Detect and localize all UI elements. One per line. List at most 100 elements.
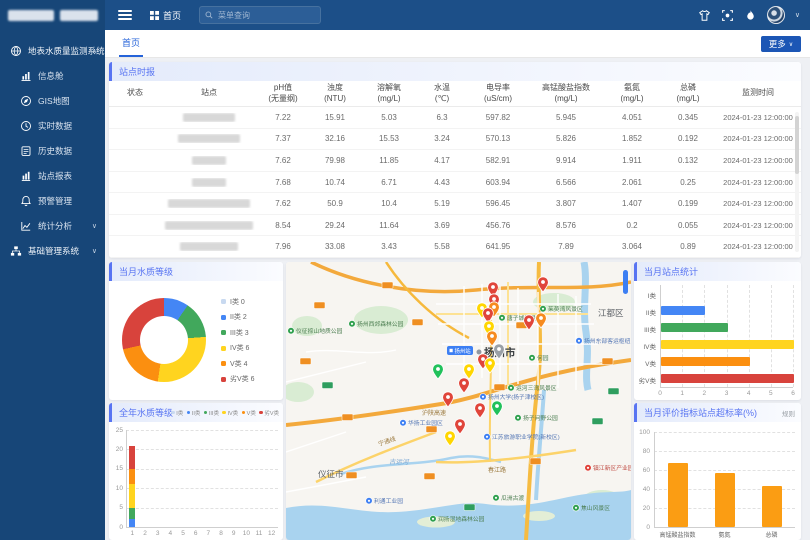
sidebar-item[interactable]: 实时数据 bbox=[0, 113, 105, 138]
water-label: 古运河 bbox=[389, 458, 410, 466]
exceed-rate-chart: 020406080100高锰酸盐指数氨氮总磷 bbox=[634, 422, 801, 540]
stacked-bar-segment bbox=[129, 484, 135, 507]
value-cell: 3.69 bbox=[417, 221, 467, 230]
value-cell: 456.76 bbox=[467, 221, 529, 230]
gridline bbox=[704, 285, 705, 387]
redacted-station-name bbox=[192, 178, 226, 187]
sidebar-item[interactable]: 统计分析∨ bbox=[0, 213, 105, 238]
h-bar bbox=[661, 357, 750, 366]
table-row[interactable]: 7.6810.746.714.43603.946.5662.0610.25202… bbox=[109, 172, 801, 194]
flame-icon[interactable] bbox=[744, 9, 757, 22]
value-cell: 79.98 bbox=[309, 156, 361, 165]
table-row[interactable]: 7.3732.1615.533.24570.135.8261.8520.1922… bbox=[109, 129, 801, 151]
table-scrollbar[interactable] bbox=[795, 112, 799, 252]
category-label: II类 bbox=[634, 307, 656, 317]
gridline bbox=[126, 469, 278, 470]
x-tick: 1 bbox=[676, 390, 688, 397]
value-cell: 2024-01-23 12:00:00 bbox=[715, 178, 801, 187]
value-cell: 33.08 bbox=[309, 242, 361, 251]
table-column-header: 总磷(mg/L) bbox=[661, 83, 715, 104]
year-chart-legend: I类 II类III类IV类 V类劣V类 bbox=[171, 403, 279, 422]
chevron-down-icon[interactable]: ∨ bbox=[795, 11, 800, 19]
theme-skin-icon[interactable] bbox=[698, 9, 711, 22]
legend-item[interactable]: III类 bbox=[204, 409, 219, 417]
legend-item[interactable]: 劣V类 6 bbox=[221, 372, 255, 388]
table-body: 7.2215.915.036.3597.825.9454.0510.345202… bbox=[109, 107, 801, 258]
value-cell: 596.45 bbox=[467, 199, 529, 208]
screenshot-icon[interactable] bbox=[721, 9, 734, 22]
legend-item[interactable]: II类 bbox=[187, 409, 201, 417]
y-tick: 40 bbox=[634, 486, 650, 493]
value-cell: 2024-01-23 12:00:00 bbox=[715, 113, 801, 122]
avatar[interactable] bbox=[767, 6, 785, 24]
chevron-up-icon: ∧ bbox=[92, 47, 97, 55]
value-cell: 6.566 bbox=[529, 178, 603, 187]
y-tick: 20 bbox=[109, 446, 123, 453]
table-row[interactable]: 7.9633.083.435.58641.957.893.0640.892024… bbox=[109, 236, 801, 258]
poi-label: 焦山风景区 bbox=[581, 504, 610, 512]
road-label: 春江路 bbox=[488, 466, 506, 474]
sidebar-item[interactable]: 预警管理 bbox=[0, 188, 105, 213]
sidebar-group[interactable]: 地表水质量监测系统∧ bbox=[0, 38, 105, 63]
y-tick: 80 bbox=[634, 448, 650, 455]
poi-label: 扬州东部客运枢纽 bbox=[584, 337, 631, 345]
gridline bbox=[126, 430, 278, 431]
legend-item[interactable]: III类 3 bbox=[221, 325, 255, 341]
value-cell: 597.82 bbox=[467, 113, 529, 122]
search-input[interactable] bbox=[216, 10, 316, 21]
legend-item[interactable]: II类 2 bbox=[221, 310, 255, 326]
scrollbar-thumb[interactable] bbox=[795, 116, 799, 174]
table-column-header: 状态 bbox=[109, 88, 161, 99]
gridline bbox=[771, 285, 772, 387]
redacted-station-name bbox=[168, 199, 250, 208]
stations-map[interactable]: 扬州市江都区仪征市古运河沪陕高速宁通线春江路扬州站扬州西郊森林公园仪征捺山地质公… bbox=[286, 262, 631, 540]
map-scroll-control[interactable] bbox=[623, 270, 628, 294]
sidebar: 地表水质量监测系统∧ 信息舱 GIS地图实时数据历史数据站点报表预警管理统计分析∨基… bbox=[0, 0, 105, 540]
legend-item[interactable]: IV类 bbox=[222, 409, 238, 417]
value-cell: 0.192 bbox=[661, 134, 715, 143]
stacked-bar-segment bbox=[129, 519, 135, 527]
value-cell: 10.74 bbox=[309, 178, 361, 187]
chevron-down-icon: ∨ bbox=[92, 247, 97, 255]
table-row[interactable]: 7.6250.910.45.19596.453.8071.4070.199202… bbox=[109, 193, 801, 215]
x-tick: 6 bbox=[787, 390, 799, 397]
nav-home[interactable]: 首页 bbox=[150, 9, 181, 22]
sidebar-group[interactable]: 基础管理系统∨ bbox=[0, 238, 105, 263]
legend-item[interactable]: V类 4 bbox=[221, 356, 255, 372]
tab-home[interactable]: 首页 bbox=[119, 30, 143, 57]
legend-item[interactable]: V类 bbox=[242, 409, 256, 417]
category-label: IV类 bbox=[634, 341, 656, 351]
grid-icon bbox=[150, 11, 159, 20]
value-cell: 2024-01-23 12:00:00 bbox=[715, 199, 801, 208]
x-axis bbox=[660, 387, 793, 388]
legend-item[interactable]: I类 0 bbox=[221, 294, 255, 310]
monthly-quality-panel: 当月水质等级 I类 0II类 2III类 3IV类 6V类 4劣V类 6 bbox=[109, 262, 283, 400]
panel-title-text: 站点时报 bbox=[119, 65, 155, 78]
legend-item[interactable]: IV类 6 bbox=[221, 341, 255, 357]
value-cell: 2024-01-23 12:00:00 bbox=[715, 242, 801, 251]
more-button[interactable]: 更多 ∨ bbox=[761, 36, 801, 52]
sidebar-item[interactable]: 信息舱 bbox=[0, 63, 105, 88]
x-tick: 4 bbox=[165, 530, 175, 537]
sidebar-item-label: 信息舱 bbox=[38, 70, 64, 82]
legend-item[interactable]: 劣V类 bbox=[259, 409, 279, 417]
monthly-station-panel: 当月站点统计 0123456I类II类III类IV类V类劣V类 bbox=[634, 262, 801, 400]
station-cell bbox=[161, 113, 257, 122]
table-row[interactable]: 7.2215.915.036.3597.825.9454.0510.345202… bbox=[109, 107, 801, 129]
rules-link[interactable]: 规则 bbox=[782, 408, 795, 418]
sidebar-item[interactable]: 站点报表 bbox=[0, 163, 105, 188]
gridline bbox=[682, 285, 683, 387]
value-cell: 15.53 bbox=[361, 134, 417, 143]
menu-toggle-icon[interactable] bbox=[118, 8, 132, 23]
sidebar-item[interactable]: GIS地图 bbox=[0, 88, 105, 113]
table-row[interactable]: 7.6279.9811.854.17582.919.9141.9110.1322… bbox=[109, 150, 801, 172]
chevron-down-icon: ∨ bbox=[789, 41, 793, 48]
table-column-header: 氨氮(mg/L) bbox=[603, 83, 661, 104]
legend-item[interactable]: I类 bbox=[171, 409, 183, 417]
table-row[interactable]: 8.5429.2411.643.69456.768.5760.20.055202… bbox=[109, 215, 801, 237]
sidebar-item[interactable]: 历史数据 bbox=[0, 138, 105, 163]
gridline bbox=[654, 451, 795, 452]
value-cell: 0.199 bbox=[661, 199, 715, 208]
menu-search[interactable] bbox=[199, 6, 321, 24]
exceed-rate-panel: 当月评价指标站点超标率(%) 规则 020406080100高锰酸盐指数氨氮总磷 bbox=[634, 403, 801, 540]
